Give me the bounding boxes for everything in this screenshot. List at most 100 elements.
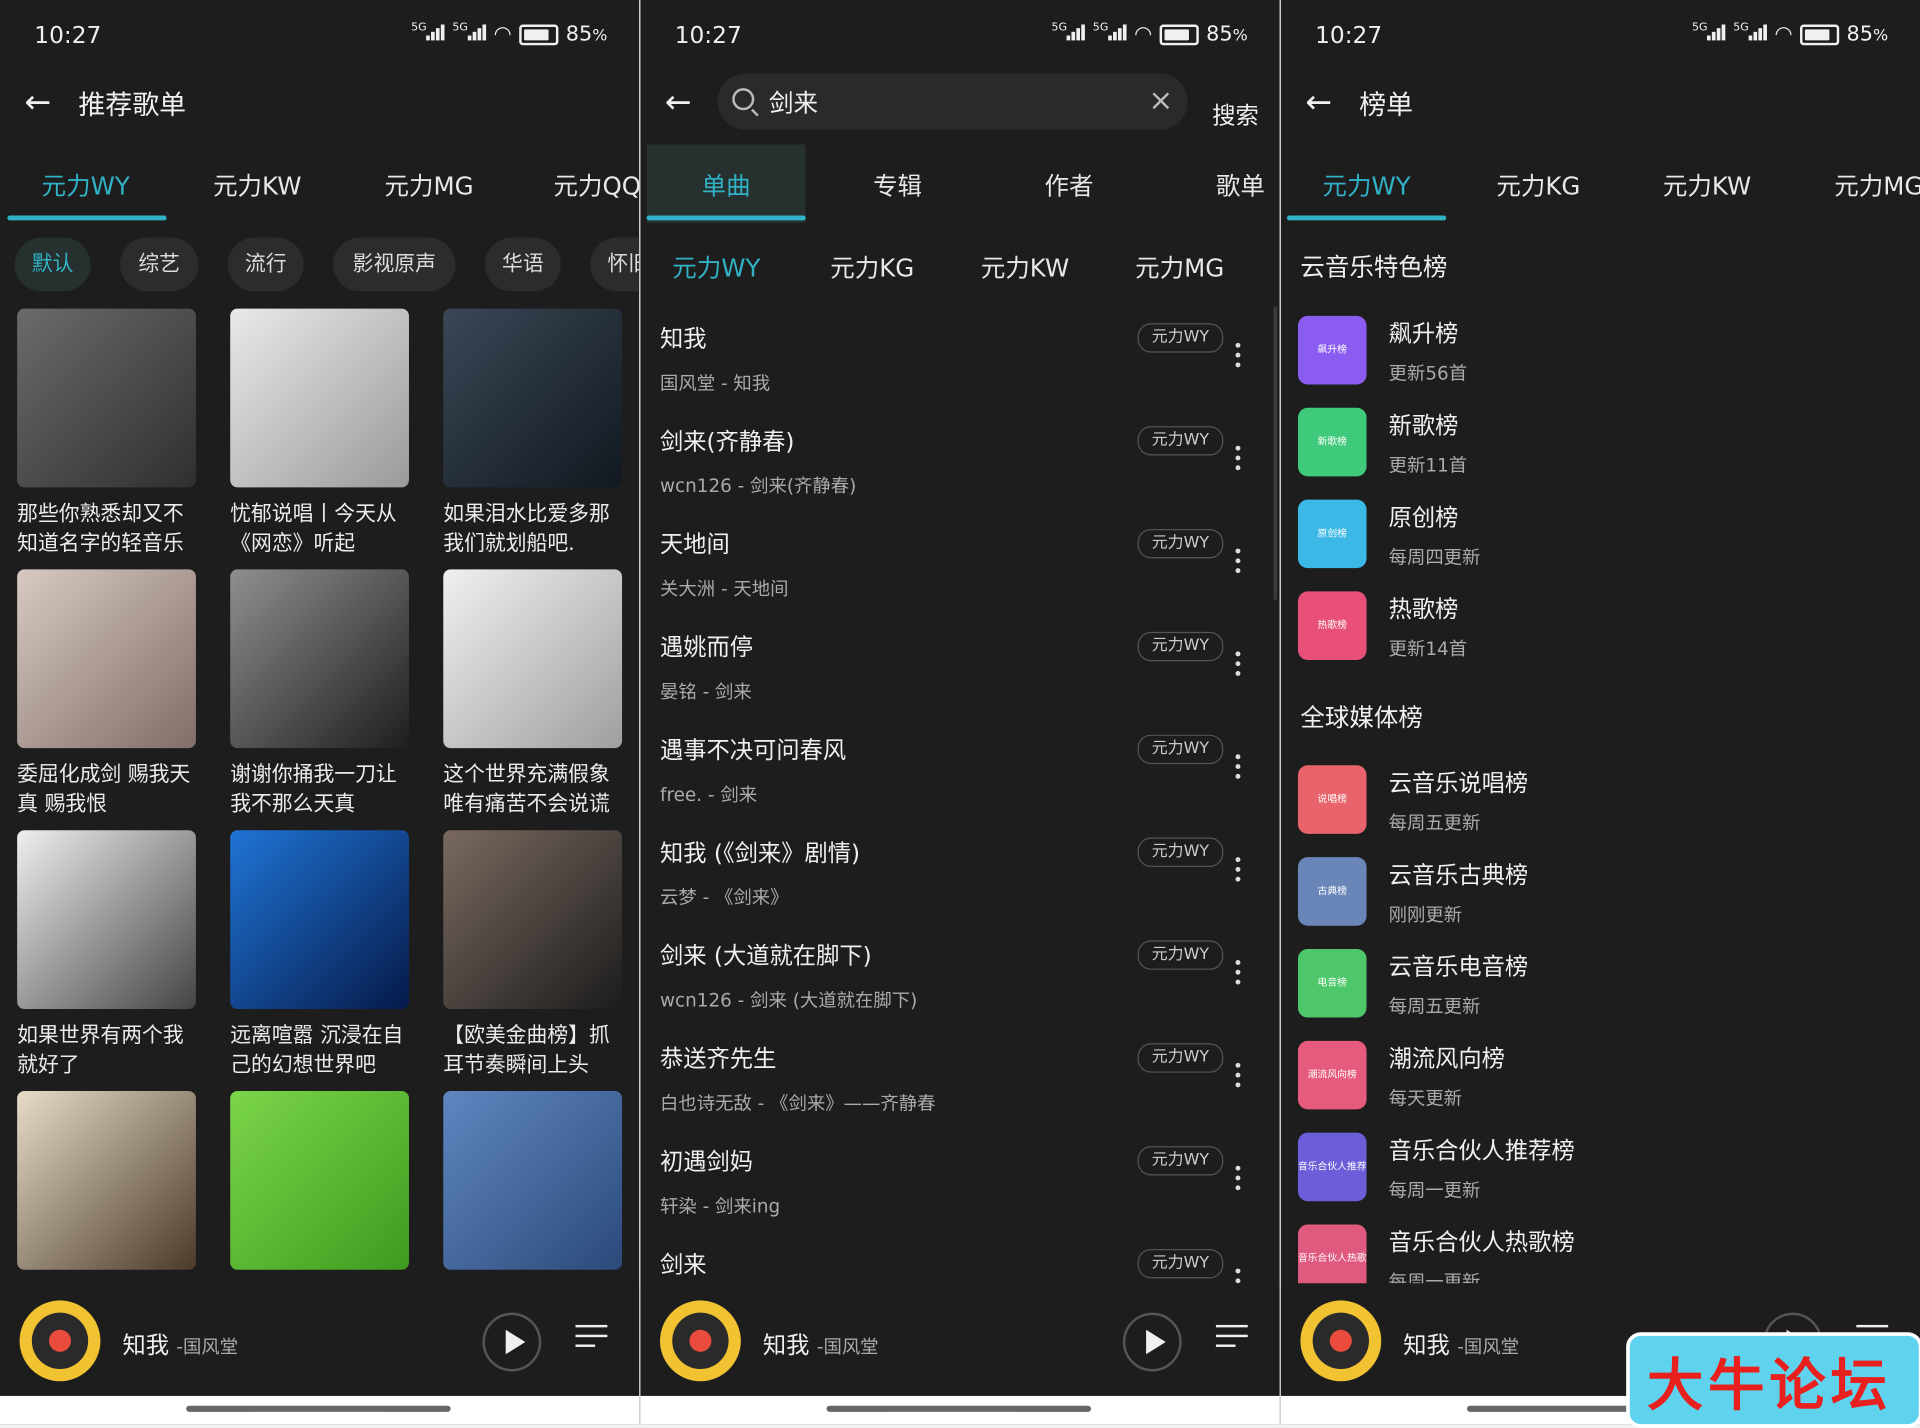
chart-item[interactable]: 说唱榜 云音乐说唱榜 每周五更新 — [1297, 765, 1910, 851]
playlist-card[interactable] — [17, 1091, 196, 1270]
tab-artists[interactable]: 作者 — [1044, 167, 1093, 203]
chart-item[interactable]: 热歌榜 热歌榜 更新14首 — [1297, 591, 1910, 677]
playlist-card[interactable]: 委屈化成剑 赐我天真 赐我恨 — [17, 569, 196, 819]
chart-item[interactable]: 古典榜 云音乐古典榜 刚刚更新 — [1297, 857, 1910, 943]
song-row[interactable]: 剑来 元力WY — [640, 1232, 1279, 1286]
queue-list-icon[interactable] — [575, 1322, 613, 1354]
tab-source-kw[interactable]: 元力KW — [213, 167, 301, 203]
playlist-card[interactable]: 这个世界充满假象唯有痛苦不会说谎 — [443, 569, 623, 819]
tab-singles[interactable]: 单曲 — [702, 167, 751, 203]
more-vertical-icon[interactable] — [1235, 548, 1243, 578]
tab-source-mg[interactable]: 元力MG — [384, 167, 473, 203]
tab-source-wy[interactable]: 元力WY — [1322, 167, 1410, 203]
status-time: 10:27 — [674, 22, 742, 49]
mini-player[interactable]: 知我 -国风堂 — [0, 1285, 640, 1396]
tab-playlists[interactable]: 歌单 — [1216, 167, 1265, 203]
now-playing-disc-icon[interactable] — [660, 1300, 741, 1382]
search-input[interactable] — [768, 85, 1137, 116]
tab-source-kg[interactable]: 元力KG — [1496, 167, 1580, 203]
chip-nostalgic[interactable]: 怀旧 — [590, 237, 640, 292]
song-row[interactable]: 恭送齐先生 白也诗无敌 - 《剑来》——齐静春 元力WY — [640, 1026, 1279, 1129]
song-title: 知我 — [660, 325, 707, 353]
playlist-caption: 远离喧嚣 沉浸在自己的幻想世界吧 — [230, 1023, 404, 1078]
source-badge: 元力WY — [1137, 528, 1224, 559]
scrollbar[interactable] — [1273, 306, 1278, 601]
song-row[interactable]: 遇事不决可问春风 free. - 剑来 元力WY — [640, 718, 1279, 821]
tab-source-wy[interactable]: 元力WY — [42, 167, 130, 203]
song-row[interactable]: 剑来 (大道就在脚下) wcn126 - 剑来 (大道就在脚下) 元力WY — [640, 923, 1279, 1026]
home-indicator[interactable] — [826, 1405, 1092, 1412]
chart-item[interactable]: 音乐合伙人热歌榜音乐合伙人热歌榜每周一更新 — [1297, 1224, 1910, 1284]
more-vertical-icon[interactable] — [1235, 651, 1243, 680]
playlist-cover — [17, 1091, 196, 1270]
home-indicator[interactable] — [186, 1405, 451, 1412]
playlist-card[interactable]: 如果世界有两个我就好了 — [17, 830, 196, 1080]
tab-source-kw[interactable]: 元力KW — [981, 249, 1069, 285]
chart-cover: 音乐合伙人热歌榜 — [1297, 1224, 1367, 1284]
now-playing-disc-icon[interactable] — [1300, 1300, 1382, 1382]
tab-albums[interactable]: 专辑 — [873, 167, 922, 203]
song-row[interactable]: 遇姚而停 晏铭 - 剑来 元力WY — [640, 615, 1279, 718]
queue-list-icon[interactable] — [1215, 1322, 1253, 1354]
playlist-card[interactable] — [443, 1091, 623, 1270]
chart-item[interactable]: 潮流风向榜 潮流风向榜 每天更新 — [1297, 1040, 1910, 1127]
play-icon[interactable] — [1122, 1312, 1182, 1372]
chip-variety[interactable]: 综艺 — [120, 237, 199, 292]
tab-source-wy[interactable]: 元力WY — [672, 249, 760, 285]
play-icon[interactable] — [482, 1312, 542, 1372]
chart-item[interactable]: 新歌榜 新歌榜 更新11首 — [1297, 407, 1910, 494]
search-button[interactable]: 搜索 — [1212, 98, 1259, 131]
search-field[interactable]: × — [717, 73, 1188, 130]
chart-item[interactable]: 电音榜 云音乐电音榜 每周五更新 — [1297, 948, 1910, 1035]
more-vertical-icon[interactable] — [1235, 754, 1243, 783]
tab-source-kw[interactable]: 元力KW — [1663, 167, 1751, 203]
playlist-caption: 谢谢你捅我一刀让我不那么天真 — [230, 762, 397, 817]
back-arrow-icon[interactable]: ← — [665, 87, 694, 119]
playlist-card[interactable]: 如果泪水比爱多那我们就划船吧. — [443, 308, 623, 559]
now-playing-disc-icon[interactable] — [19, 1300, 101, 1382]
section-heading: 云音乐特色榜 — [1300, 252, 1448, 282]
song-row[interactable]: 初遇剑妈 轩染 - 剑来ing 元力WY — [640, 1129, 1279, 1232]
playlist-card[interactable]: 远离喧嚣 沉浸在自己的幻想世界吧 — [230, 830, 409, 1080]
song-title: 剑来 — [660, 1251, 707, 1279]
song-row[interactable]: 天地间 关大洲 - 天地间 元力WY — [640, 512, 1279, 615]
playlist-card[interactable]: 谢谢你捅我一刀让我不那么天真 — [230, 569, 409, 819]
tab-source-qq[interactable]: 元力QQ — [553, 167, 639, 203]
playlist-card[interactable]: 【欧美金曲榜】抓耳节奏瞬间上头 — [443, 830, 623, 1080]
playlist-card[interactable] — [230, 1091, 409, 1270]
more-vertical-icon[interactable] — [1235, 445, 1243, 475]
tab-source-mg[interactable]: 元力MG — [1135, 249, 1224, 285]
signal-icon-2: 5G — [1093, 22, 1127, 46]
more-vertical-icon[interactable] — [1235, 1062, 1243, 1092]
mini-player[interactable]: 知我 -国风堂 — [640, 1285, 1280, 1396]
chip-chinese[interactable]: 华语 — [484, 237, 561, 292]
chart-item[interactable]: 原创榜 原创榜 每周四更新 — [1297, 499, 1910, 586]
battery-level: 85% — [565, 22, 608, 47]
chip-soundtrack[interactable]: 影视原声 — [333, 237, 456, 292]
playlist-cover — [230, 1091, 409, 1270]
more-vertical-icon[interactable] — [1235, 960, 1243, 989]
playlist-card[interactable]: 那些你熟悉却又不知道名字的轻音乐 — [17, 308, 196, 559]
song-row[interactable]: 知我 国风堂 - 知我 元力WY — [640, 306, 1279, 409]
chart-update: 每天更新 — [1388, 1087, 1463, 1110]
chip-default[interactable]: 默认 — [14, 237, 91, 292]
clear-icon[interactable]: × — [1148, 83, 1173, 117]
chip-pop[interactable]: 流行 — [227, 237, 304, 292]
page-title: 推荐歌单 — [78, 90, 187, 122]
playlist-card[interactable]: 忧郁说唱丨今天从《网恋》听起 — [230, 308, 409, 559]
more-vertical-icon[interactable] — [1235, 1268, 1243, 1286]
chart-item[interactable]: 飙升榜 飙升榜 更新56首 — [1297, 315, 1910, 402]
song-row[interactable]: 知我 (《剑来》剧情) 云梦 - 《剑来》 元力WY — [640, 820, 1279, 923]
more-vertical-icon[interactable] — [1235, 342, 1243, 372]
wifi-icon: ◠ — [1774, 22, 1793, 47]
chart-item[interactable]: 音乐合伙人推荐榜音乐合伙人推荐榜每周一更新 — [1297, 1132, 1910, 1219]
more-vertical-icon[interactable] — [1235, 857, 1243, 886]
tab-source-mg[interactable]: 元力MG — [1834, 167, 1920, 203]
more-vertical-icon[interactable] — [1235, 1165, 1243, 1195]
section-heading: 全球媒体榜 — [1300, 702, 1423, 733]
back-arrow-icon[interactable]: ← — [24, 87, 53, 119]
chart-cover: 音乐合伙人推荐榜 — [1297, 1132, 1367, 1202]
song-row[interactable]: 剑来(齐静春) wcn126 - 剑来(齐静春) 元力WY — [640, 409, 1279, 512]
back-arrow-icon[interactable]: ← — [1305, 87, 1334, 119]
tab-source-kg[interactable]: 元力KG — [830, 249, 914, 285]
